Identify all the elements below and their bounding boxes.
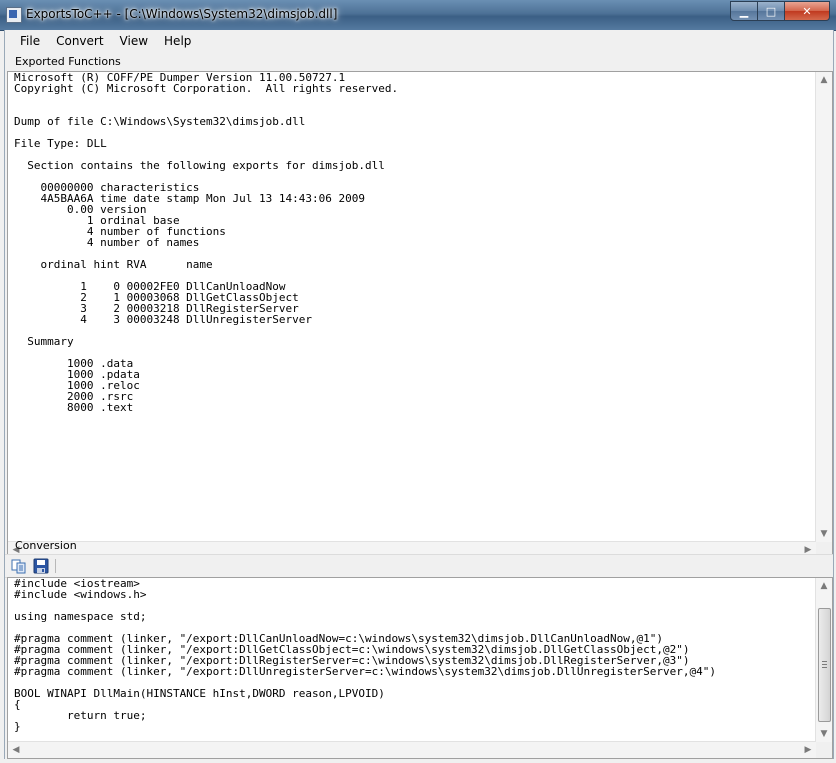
- exports-vertical-scrollbar[interactable]: ▲ ▼: [815, 72, 832, 542]
- scroll-up-arrow-icon[interactable]: ▲: [816, 72, 832, 88]
- title-bar[interactable]: ExportsToC++ - [C:\Windows\System32\dims…: [0, 0, 836, 31]
- text-line: Copyright (C) Microsoft Corporation. All…: [14, 82, 399, 95]
- text-line: 4 number of names: [14, 236, 200, 249]
- caption-buttons: ▁ □ ✕: [730, 1, 830, 21]
- menu-view[interactable]: View: [112, 34, 156, 48]
- text-line: Dump of file C:\Windows\System32\dimsjob…: [14, 115, 306, 128]
- text-line: 4 3 00003248 DllUnregisterServer: [14, 313, 313, 326]
- scroll-down-arrow-icon[interactable]: ▼: [816, 526, 832, 542]
- conversion-code-text[interactable]: #include <iostream> #include <windows.h>…: [8, 578, 832, 732]
- scroll-left-arrow-icon[interactable]: ◀: [8, 742, 24, 758]
- scroll-right-arrow-icon[interactable]: ▶: [800, 742, 816, 758]
- window-title: ExportsToC++ - [C:\Windows\System32\dims…: [26, 7, 338, 21]
- scroll-corner: [816, 742, 832, 758]
- close-button[interactable]: ✕: [785, 1, 830, 21]
- text-line: 8000 .text: [14, 401, 134, 414]
- menu-help[interactable]: Help: [156, 34, 199, 48]
- text-line: #include <windows.h>: [14, 588, 147, 601]
- exported-functions-pane[interactable]: Microsoft (R) COFF/PE Dumper Version 11.…: [7, 71, 833, 559]
- menu-bar: File Convert View Help: [5, 30, 833, 52]
- text-line: BOOL WINAPI DllMain(HINSTANCE hInst,DWOR…: [14, 687, 385, 700]
- exported-functions-label: Exported Functions: [15, 55, 121, 68]
- conversion-horizontal-scrollbar[interactable]: ◀ ▶: [8, 741, 816, 758]
- conversion-pane[interactable]: #include <iostream> #include <windows.h>…: [7, 577, 833, 759]
- text-line: return true;: [14, 709, 147, 722]
- conversion-toolbar: [5, 554, 833, 578]
- text-line: ordinal hint RVA name: [14, 258, 213, 271]
- text-line: Summary: [14, 335, 74, 348]
- text-line: #pragma comment (linker, "/export:DllUnr…: [14, 665, 716, 678]
- text-line: }: [14, 720, 21, 733]
- menu-convert[interactable]: Convert: [48, 34, 111, 48]
- menu-file[interactable]: File: [12, 34, 48, 48]
- conversion-vertical-scrollbar[interactable]: ▲ ▼: [815, 578, 832, 742]
- conversion-label: Conversion: [15, 539, 77, 552]
- text-line: File Type: DLL: [14, 137, 107, 150]
- toolbar-separator: [55, 559, 56, 573]
- save-icon[interactable]: [33, 558, 49, 574]
- exports-dump-text[interactable]: Microsoft (R) COFF/PE Dumper Version 11.…: [8, 72, 832, 413]
- text-line: using namespace std;: [14, 610, 147, 623]
- main-window: File Convert View Help Exported Function…: [4, 30, 834, 759]
- scrollbar-thumb[interactable]: [818, 608, 831, 722]
- copy-icon[interactable]: [11, 558, 27, 574]
- text-line: Section contains the following exports f…: [14, 159, 385, 172]
- maximize-button[interactable]: □: [758, 1, 785, 21]
- scroll-up-arrow-icon[interactable]: ▲: [816, 578, 832, 594]
- minimize-button[interactable]: ▁: [730, 1, 758, 21]
- app-icon[interactable]: [6, 7, 22, 23]
- scroll-down-arrow-icon[interactable]: ▼: [816, 726, 832, 742]
